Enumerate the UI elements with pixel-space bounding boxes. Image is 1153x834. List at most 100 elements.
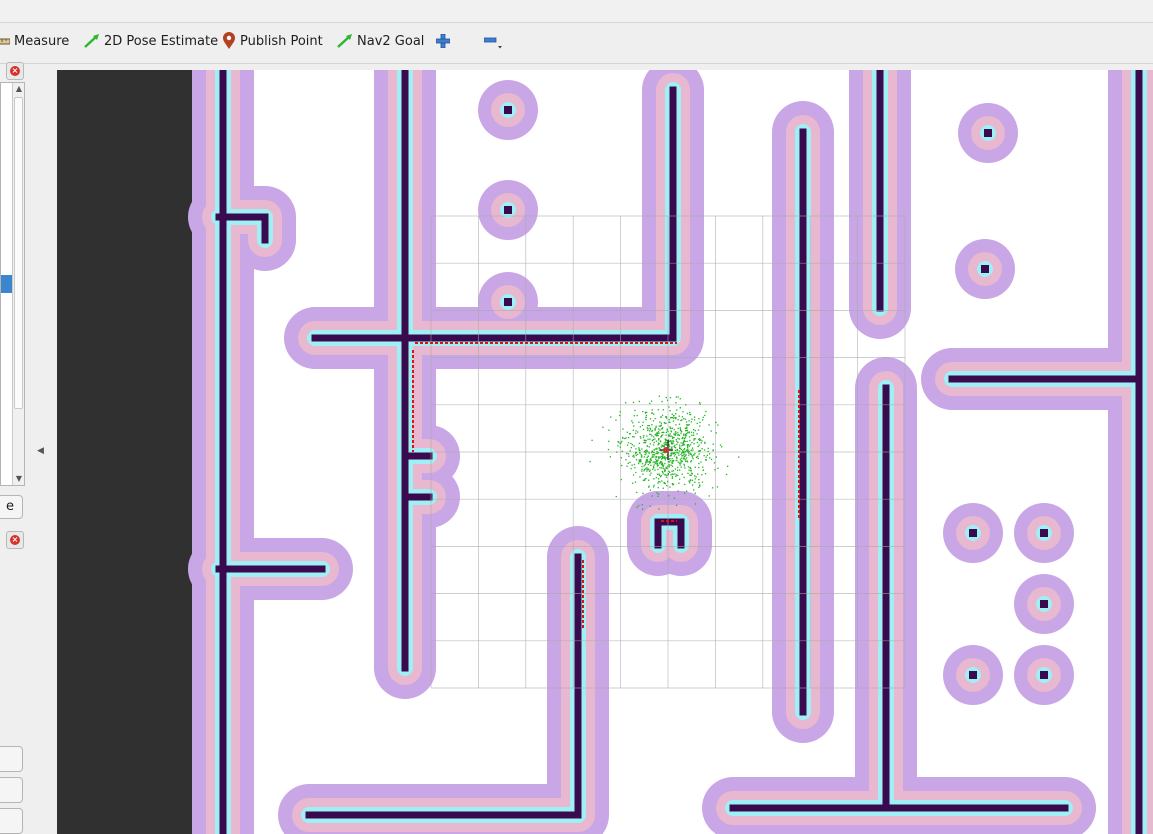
amcl-particle <box>655 440 658 442</box>
amcl-particle <box>681 457 683 459</box>
amcl-particle <box>674 473 676 475</box>
amcl-particle <box>646 468 648 470</box>
amcl-particle <box>658 473 660 475</box>
nav2-goal-tool[interactable]: Nav2 Goal <box>337 23 424 59</box>
panel-button[interactable] <box>0 746 23 772</box>
amcl-particle <box>679 444 681 446</box>
amcl-particle <box>688 420 690 422</box>
3d-render-view[interactable] <box>57 70 1153 834</box>
amcl-particle <box>628 433 631 435</box>
amcl-particle <box>683 433 685 435</box>
display-tree[interactable]: ▲ ▼ <box>0 82 25 486</box>
amcl-particle <box>683 451 685 453</box>
amcl-particle <box>669 433 671 435</box>
amcl-particle <box>649 505 651 507</box>
amcl-particle <box>714 469 716 471</box>
amcl-particle <box>646 459 648 461</box>
amcl-particle <box>703 449 706 451</box>
amcl-particle <box>654 448 657 450</box>
close-panel-button[interactable]: × <box>6 531 24 549</box>
close-panel-button[interactable]: × <box>6 62 24 80</box>
amcl-particle <box>665 396 667 399</box>
2d-pose-estimate-tool[interactable]: 2D Pose Estimate <box>84 23 218 59</box>
amcl-particle <box>672 483 675 485</box>
amcl-particle <box>636 491 638 494</box>
selected-tree-row[interactable] <box>1 275 12 293</box>
scrollbar-thumb[interactable] <box>14 97 23 409</box>
amcl-particle <box>691 484 694 486</box>
amcl-particle <box>656 431 658 434</box>
amcl-particle <box>686 444 688 446</box>
amcl-particle <box>686 427 688 429</box>
amcl-particle <box>702 469 705 471</box>
amcl-particle <box>651 456 653 458</box>
amcl-particle <box>676 457 678 459</box>
amcl-particle <box>626 431 628 433</box>
amcl-particle <box>641 466 643 468</box>
amcl-particle <box>649 469 651 471</box>
amcl-particle <box>683 476 685 479</box>
collapse-left-icon[interactable]: ◀ <box>37 446 44 456</box>
amcl-particle <box>641 470 643 472</box>
amcl-particle <box>619 446 621 448</box>
amcl-particle <box>636 453 639 456</box>
amcl-particle <box>676 443 678 445</box>
amcl-particle <box>690 453 692 456</box>
amcl-particle <box>674 449 676 451</box>
panel-button[interactable] <box>0 777 23 803</box>
amcl-particle <box>638 421 640 423</box>
amcl-particle <box>650 472 652 474</box>
scroll-up-icon[interactable]: ▲ <box>14 83 24 95</box>
panel-button[interactable] <box>0 808 23 834</box>
amcl-particle <box>653 478 655 480</box>
amcl-particle <box>657 442 660 444</box>
tree-scrollbar[interactable]: ▲ ▼ <box>12 83 24 485</box>
amcl-particle <box>672 470 675 472</box>
amcl-particle <box>678 423 681 425</box>
amcl-particle <box>655 452 657 455</box>
amcl-particle <box>647 425 649 427</box>
amcl-particle <box>617 441 619 443</box>
amcl-particle <box>688 424 690 426</box>
amcl-particle <box>656 453 658 455</box>
amcl-particle <box>689 411 691 414</box>
amcl-particle <box>677 396 679 398</box>
remove-tool-button[interactable] <box>484 23 504 59</box>
amcl-particle <box>693 443 695 445</box>
amcl-particle <box>658 508 660 510</box>
scroll-down-icon[interactable]: ▼ <box>14 473 24 485</box>
amcl-particle <box>665 442 667 444</box>
amcl-particle <box>681 452 683 454</box>
amcl-particle <box>661 414 664 416</box>
amcl-particle <box>666 474 668 476</box>
amcl-particle <box>646 449 648 451</box>
amcl-particle <box>690 421 692 423</box>
panel-button[interactable]: e <box>0 495 23 519</box>
amcl-particle <box>649 489 651 491</box>
amcl-particle <box>658 447 660 449</box>
amcl-particle <box>649 433 651 435</box>
amcl-particle <box>673 415 675 417</box>
amcl-particle <box>667 430 669 433</box>
amcl-particle <box>676 409 678 411</box>
measure-tool[interactable]: Measure <box>0 23 69 59</box>
amcl-particle <box>701 481 704 483</box>
amcl-particle <box>668 435 670 437</box>
add-tool-button[interactable] <box>436 23 450 59</box>
costmap-canvas[interactable] <box>57 70 1153 834</box>
amcl-particle <box>684 492 686 494</box>
amcl-particle <box>699 425 701 427</box>
amcl-particle <box>640 461 642 463</box>
amcl-particle <box>662 434 664 436</box>
amcl-particle <box>658 395 660 397</box>
amcl-particle <box>661 400 663 403</box>
amcl-particle <box>686 490 688 492</box>
amcl-particle <box>678 454 680 456</box>
obstacle-post <box>969 671 977 679</box>
panel-splitter[interactable]: ◀ <box>30 64 56 834</box>
amcl-particle <box>615 495 617 498</box>
amcl-particle <box>690 474 692 476</box>
amcl-particle <box>609 456 611 458</box>
publish-point-tool[interactable]: Publish Point <box>222 23 323 59</box>
amcl-particle <box>681 473 683 475</box>
